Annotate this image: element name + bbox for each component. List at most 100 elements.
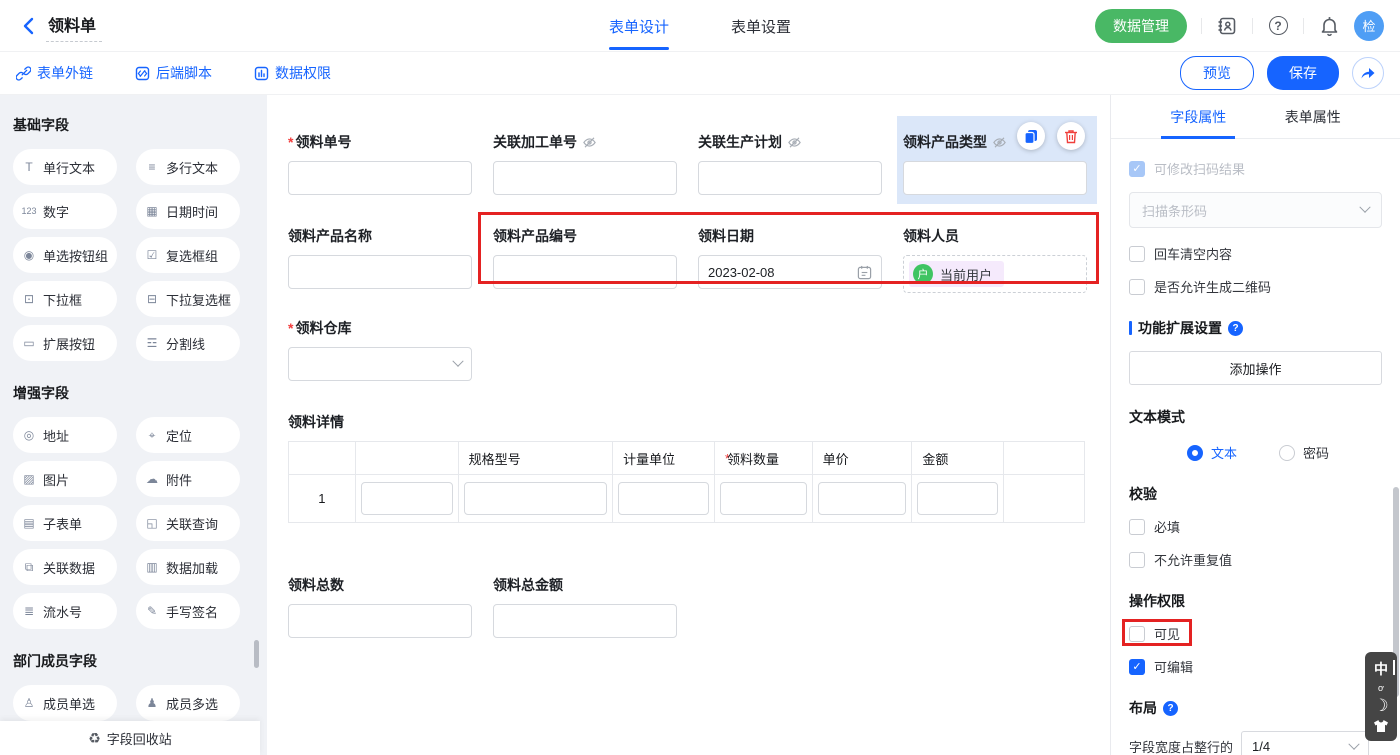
form-external-link[interactable]: 表单外链 bbox=[16, 63, 93, 83]
total-amount-input[interactable] bbox=[493, 604, 677, 638]
field-process-no[interactable]: 关联加工单号 bbox=[493, 131, 677, 195]
backend-script-link[interactable]: 后端脚本 bbox=[135, 63, 212, 83]
subform-unit-input[interactable] bbox=[618, 482, 709, 515]
field-type-extend-button[interactable]: ▭扩展按钮 bbox=[13, 325, 117, 361]
field-type-divider[interactable]: ☲分割线 bbox=[136, 325, 240, 361]
field-total-qty[interactable]: 领料总数 bbox=[288, 574, 472, 638]
field-type-multi-text[interactable]: ≡多行文本 bbox=[136, 149, 240, 185]
process-no-input[interactable] bbox=[493, 161, 677, 195]
visible-checkbox[interactable] bbox=[1129, 626, 1145, 642]
subform-quantity-input[interactable] bbox=[720, 482, 807, 515]
notification-bell-icon[interactable] bbox=[1318, 15, 1340, 37]
allow-qrcode-checkbox[interactable] bbox=[1129, 279, 1145, 295]
total-qty-input[interactable] bbox=[288, 604, 472, 638]
required-checkbox[interactable] bbox=[1129, 519, 1145, 535]
moon-icon[interactable]: ☽ bbox=[1373, 697, 1388, 714]
floating-tool-widget: 中 ơ ☽ bbox=[1365, 652, 1397, 741]
tab-form-design[interactable]: 表单设计 bbox=[609, 0, 669, 52]
help-icon[interactable]: ? bbox=[1228, 321, 1243, 336]
field-type-radio-group[interactable]: ◉单选按钮组 bbox=[13, 237, 117, 273]
sidebar-scrollbar[interactable] bbox=[254, 640, 259, 668]
field-recycle-bin[interactable]: ♻ 字段回收站 bbox=[0, 721, 260, 755]
field-type-checkbox-group[interactable]: ☑复选框组 bbox=[136, 237, 240, 273]
field-product-type[interactable]: 领料产品类型 bbox=[903, 131, 1087, 195]
subform-item-input[interactable] bbox=[361, 482, 453, 515]
field-type-number[interactable]: 123数字 bbox=[13, 193, 117, 229]
date-input[interactable]: 2023-02-08 bbox=[698, 255, 882, 289]
field-type-linked-data[interactable]: ⧉关联数据 bbox=[13, 549, 117, 585]
subform-col-quantity[interactable]: *领料数量 bbox=[715, 442, 813, 474]
clear-on-enter-checkbox[interactable] bbox=[1129, 246, 1145, 262]
order-no-input[interactable] bbox=[288, 161, 472, 195]
tab-field-properties[interactable]: 字段属性 bbox=[1170, 95, 1226, 139]
save-button[interactable]: 保存 bbox=[1267, 56, 1339, 90]
field-person[interactable]: 领料人员 户 当前用户 bbox=[903, 225, 1087, 293]
field-product-code[interactable]: 领料产品编号 bbox=[493, 225, 677, 293]
field-type-signature[interactable]: ✎手写签名 bbox=[136, 593, 240, 629]
field-type-image[interactable]: ▨图片 bbox=[13, 461, 117, 497]
subform-col-unit-price[interactable]: 单价 bbox=[813, 442, 913, 474]
help-icon[interactable]: ? bbox=[1163, 701, 1178, 716]
field-order-no[interactable]: *领料单号 bbox=[288, 131, 472, 195]
person-value-box[interactable]: 户 当前用户 bbox=[903, 255, 1087, 293]
field-type-dropdown[interactable]: ⊡下拉框 bbox=[13, 281, 117, 317]
field-date[interactable]: 领料日期 2023-02-08 bbox=[698, 225, 882, 293]
scan-type-select[interactable]: 扫描条形码 bbox=[1129, 192, 1382, 228]
field-type-subform[interactable]: ▤子表单 bbox=[13, 505, 117, 541]
field-type-serial-number[interactable]: ≣流水号 bbox=[13, 593, 117, 629]
field-type-address[interactable]: ◎地址 bbox=[13, 417, 117, 453]
field-production-plan[interactable]: 关联生产计划 bbox=[698, 131, 882, 195]
field-type-linked-query[interactable]: ◱关联查询 bbox=[136, 505, 240, 541]
data-manage-button[interactable]: 数据管理 bbox=[1095, 9, 1187, 43]
multi-dropdown-icon: ⊟ bbox=[144, 292, 160, 306]
warehouse-select[interactable] bbox=[288, 347, 472, 381]
tab-form-settings[interactable]: 表单设置 bbox=[731, 0, 791, 52]
production-plan-input[interactable] bbox=[698, 161, 882, 195]
avatar[interactable]: 检 bbox=[1354, 11, 1384, 41]
product-name-input[interactable] bbox=[288, 255, 472, 289]
field-type-location[interactable]: ⌖定位 bbox=[136, 417, 240, 453]
contacts-icon[interactable] bbox=[1216, 15, 1238, 37]
subform-unit-price-input[interactable] bbox=[818, 482, 907, 515]
permission-title: 操作权限 bbox=[1129, 591, 1382, 611]
data-permission-link[interactable]: 数据权限 bbox=[254, 63, 331, 83]
field-type-member-multi[interactable]: ♟成员多选 bbox=[136, 685, 240, 721]
share-button[interactable] bbox=[1352, 57, 1384, 89]
preview-button[interactable]: 预览 bbox=[1180, 56, 1254, 90]
field-type-datetime[interactable]: ▦日期时间 bbox=[136, 193, 240, 229]
subform-spec-input[interactable] bbox=[464, 482, 608, 515]
field-type-single-text[interactable]: T单行文本 bbox=[13, 149, 117, 185]
text-mode-text-radio[interactable]: 文本 bbox=[1187, 443, 1237, 462]
field-type-attachment[interactable]: ☁附件 bbox=[136, 461, 240, 497]
product-code-input[interactable] bbox=[493, 255, 677, 289]
subform-col-unit[interactable]: 计量单位 bbox=[613, 442, 715, 474]
product-type-input[interactable] bbox=[903, 161, 1087, 195]
copy-icon bbox=[1024, 129, 1038, 144]
delete-field-button[interactable] bbox=[1057, 122, 1085, 150]
shirt-icon[interactable] bbox=[1373, 719, 1389, 733]
field-type-multi-dropdown[interactable]: ⊟下拉复选框 bbox=[136, 281, 240, 317]
tab-form-properties[interactable]: 表单属性 bbox=[1285, 95, 1341, 139]
back-button[interactable] bbox=[16, 14, 40, 38]
field-product-name[interactable]: 领料产品名称 bbox=[288, 225, 472, 293]
modify-scan-result-checkbox[interactable] bbox=[1129, 161, 1145, 177]
field-warehouse[interactable]: *领料仓库 bbox=[288, 317, 472, 381]
form-title[interactable]: 领料单 bbox=[46, 10, 102, 42]
field-type-member-single[interactable]: ♙成员单选 bbox=[13, 685, 117, 721]
help-icon[interactable]: ? bbox=[1267, 15, 1289, 37]
editable-checkbox[interactable] bbox=[1129, 659, 1145, 675]
add-action-button[interactable]: 添加操作 bbox=[1129, 351, 1382, 385]
subform-col-amount[interactable]: 金额 bbox=[912, 442, 1004, 474]
language-toggle-icon[interactable]: 中 bbox=[1374, 659, 1388, 679]
field-type-data-load[interactable]: ▥数据加载 bbox=[136, 549, 240, 585]
field-total-amount[interactable]: 领料总金额 bbox=[493, 574, 677, 638]
subform-col-spec[interactable]: 规格型号 bbox=[459, 442, 614, 474]
subform-amount-input[interactable] bbox=[917, 482, 998, 515]
field-width-select[interactable]: 1/4 bbox=[1241, 731, 1369, 755]
small-glyph-icon[interactable]: ơ bbox=[1378, 684, 1384, 692]
copy-field-button[interactable] bbox=[1017, 122, 1045, 150]
chevron-down-icon bbox=[452, 356, 463, 367]
text-mode-password-radio[interactable]: 密码 bbox=[1279, 443, 1329, 462]
no-duplicate-checkbox[interactable] bbox=[1129, 552, 1145, 568]
field-subform-details[interactable]: 领料详情 规格型号 计量单位 *领料数量 单价 金额 1 bbox=[288, 412, 1110, 523]
